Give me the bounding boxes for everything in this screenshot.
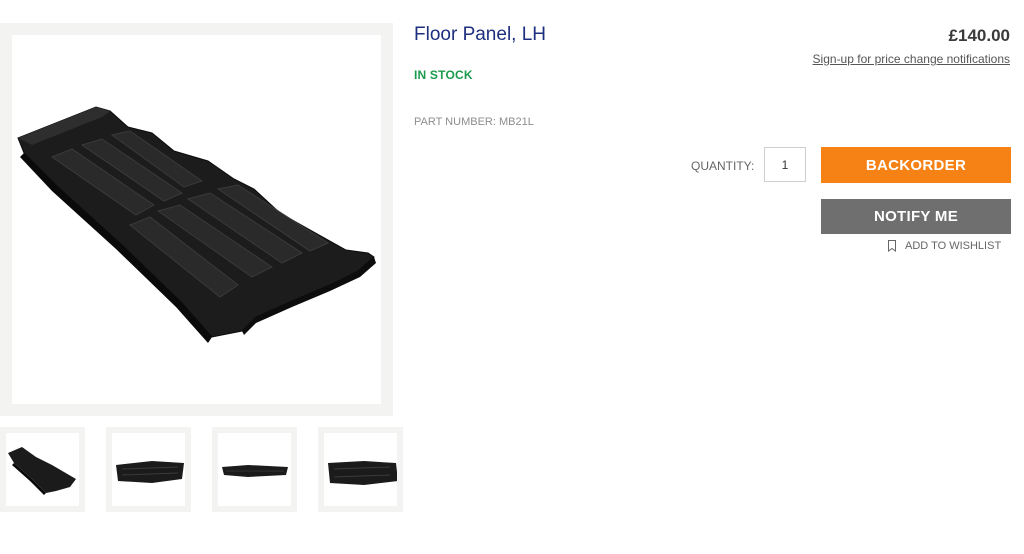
- product-price: £140.00: [948, 26, 1010, 45]
- floor-panel-thumbnail-icon: [328, 461, 398, 485]
- notify-me-button[interactable]: NOTIFY ME: [821, 199, 1011, 234]
- floor-panel-thumbnail-icon: [222, 465, 288, 477]
- floor-panel-thumbnail-icon: [8, 447, 76, 495]
- floor-panel-thumbnail-icon: [116, 461, 184, 483]
- main-product-image-frame: [0, 23, 393, 416]
- quantity-label: QUANTITY:: [691, 159, 755, 173]
- wishlist-label: ADD TO WISHLIST: [905, 240, 1002, 252]
- main-product-image[interactable]: [12, 35, 381, 404]
- thumbnail-3[interactable]: [212, 427, 297, 512]
- part-number: PART NUMBER: MB21L: [414, 116, 534, 128]
- backorder-button[interactable]: BACKORDER: [821, 147, 1011, 183]
- thumbnail-1[interactable]: [0, 427, 85, 512]
- bookmark-icon: [888, 240, 896, 252]
- thumbnail-2[interactable]: [106, 427, 191, 512]
- part-number-label: PART NUMBER:: [414, 116, 496, 128]
- quantity-input[interactable]: [764, 147, 806, 182]
- thumbnail-strip: [0, 427, 404, 512]
- product-title: Floor Panel, LH: [414, 24, 547, 45]
- floor-panel-image: [17, 106, 376, 343]
- add-to-wishlist-link[interactable]: ADD TO WISHLIST: [887, 240, 1001, 252]
- stock-status: IN STOCK: [414, 68, 473, 82]
- part-number-value: MB21L: [498, 116, 534, 128]
- price-change-notification-link[interactable]: Sign-up for price change notifications: [813, 52, 1010, 66]
- product-page: Floor Panel, LH IN STOCK PART NUMBER: MB…: [0, 0, 1024, 554]
- thumbnail-4[interactable]: [318, 427, 403, 512]
